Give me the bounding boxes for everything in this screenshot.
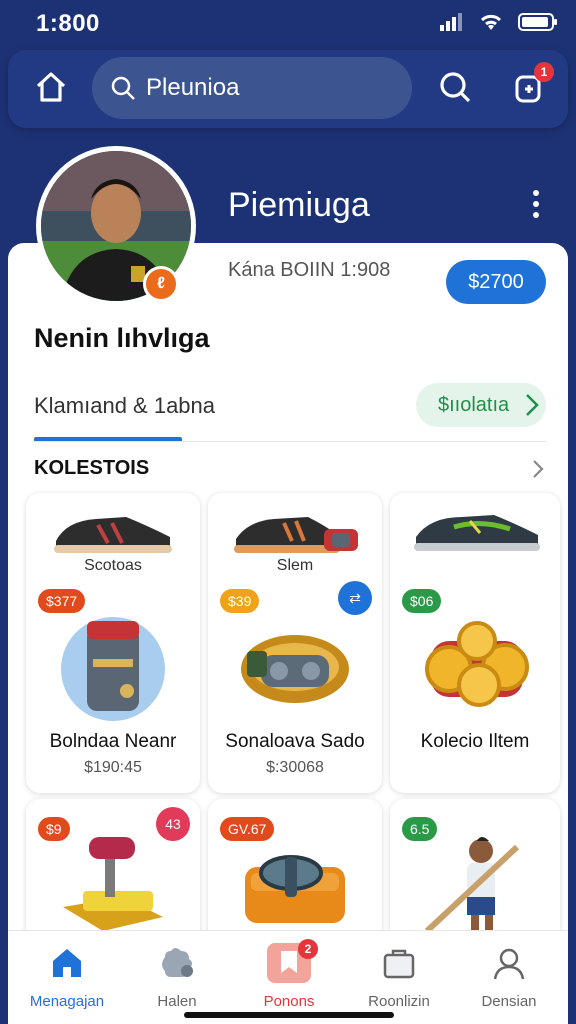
nav-label: Menagajan	[29, 993, 105, 1010]
battery-icon	[518, 13, 557, 31]
item-price: $:30068	[266, 759, 324, 776]
wrench-bag-icon	[245, 855, 345, 923]
profile-icon	[454, 943, 564, 983]
price-tag: $39	[220, 589, 260, 613]
nav-item-halen[interactable]: Halen	[122, 943, 232, 1013]
price-tag: $377	[38, 589, 86, 613]
status-time: 1:800	[36, 10, 100, 37]
nav-badge: 2	[298, 939, 318, 959]
puzzle-icon	[122, 943, 232, 983]
barrel-icon	[61, 617, 165, 721]
more-options-button[interactable]	[520, 184, 552, 224]
price-tag: $06	[402, 589, 442, 613]
collection-item[interactable]: 6.5	[390, 799, 560, 949]
dot-icon	[533, 212, 539, 218]
coins-icon	[425, 621, 529, 707]
bag-icon	[344, 943, 454, 983]
search-input[interactable]: Pleunioa	[92, 57, 412, 119]
bracelet-icon	[241, 635, 349, 703]
shoe-icon	[414, 515, 540, 551]
search-value: Pleunioa	[146, 74, 240, 101]
item-name: Sonaloava Sado	[225, 731, 365, 752]
nav-label: Roonlizin	[368, 993, 430, 1010]
item-price: $190:45	[84, 759, 142, 776]
dot-icon	[533, 201, 539, 207]
shoe-icon	[54, 517, 172, 553]
profile-display-name: Piemiuga	[228, 186, 370, 224]
nav-item-roonlizin[interactable]: Roonlizin	[344, 943, 454, 1013]
shoe-name: Slem	[276, 557, 314, 574]
wifi-icon	[480, 14, 502, 30]
share-icon[interactable]: ⇄	[338, 581, 372, 615]
hammer-icon	[63, 837, 163, 931]
section-chevron-icon[interactable]	[530, 457, 546, 481]
signal-icon	[440, 13, 462, 31]
status-icons	[440, 12, 558, 32]
item-name: Bolndaa Neanr	[49, 731, 177, 752]
shoe-name: Scotoas	[84, 557, 142, 574]
status-pill-button[interactable]: $ııolatıa	[416, 383, 546, 427]
nav-label: Ponons	[263, 993, 315, 1010]
user-name: Nenin lıhvlıga	[34, 323, 210, 353]
notifications-button[interactable]: 1	[508, 62, 554, 110]
promo-icon	[234, 943, 344, 983]
magnifier-icon	[440, 72, 471, 103]
dot-icon	[533, 190, 539, 196]
top-bar: Pleunioa 1	[8, 50, 568, 128]
status-pill-label: $ııolatıa	[438, 393, 510, 416]
notification-badge: 1	[534, 62, 554, 82]
collection-item[interactable]: $9 43	[26, 799, 200, 949]
nav-item-home[interactable]: Menagajan	[12, 943, 122, 1013]
nav-item-densian[interactable]: Densian	[454, 943, 564, 1013]
collection-item[interactable]: $06 Kolecio Iltem	[390, 493, 560, 793]
shoe-icon	[234, 517, 358, 553]
nav-item-ponons[interactable]: 2 Ponons	[234, 939, 344, 1013]
player-icon	[424, 837, 520, 935]
home-indicator	[184, 1012, 394, 1018]
collection-item[interactable]: Slem $39 ⇄ Sonaloava Sado $:30068	[208, 493, 382, 793]
collection-item[interactable]: Scotoas $377 Bolndaa Neanr $190:45	[26, 493, 200, 793]
profile-meta: Kána BOIIN 1:908	[228, 259, 391, 281]
nav-label: Densian	[481, 993, 537, 1010]
home-button[interactable]	[30, 66, 72, 108]
home-icon	[36, 72, 66, 102]
item-name: Kolecio Iltem	[420, 731, 530, 752]
status-bar: 1:800	[0, 0, 576, 44]
balance-button[interactable]: $2700	[446, 260, 546, 304]
profile-card: Kána BOIIN 1:908 $2700 Nenin lıhvlıga Kl…	[8, 243, 568, 1024]
search-button[interactable]	[434, 66, 476, 108]
chevron-right-icon	[526, 394, 539, 416]
avatar-badge-icon: ℓ	[143, 266, 179, 302]
collection-item[interactable]: GV.67	[208, 799, 382, 949]
nav-label: Halen	[157, 993, 197, 1010]
bottom-nav: Menagajan Halen 2 Ponons Roonlizin Densi…	[8, 930, 568, 1024]
divider	[34, 441, 546, 442]
search-icon	[110, 75, 136, 101]
profile-subtitle: Klamıand & 1abna	[34, 393, 216, 418]
section-title: KOLESTOIS	[34, 457, 150, 479]
home-icon	[12, 943, 122, 983]
